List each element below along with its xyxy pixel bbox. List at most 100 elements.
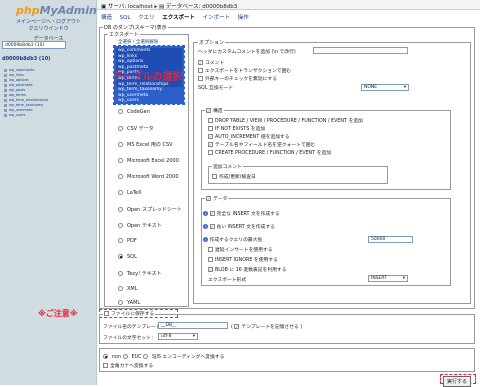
- format-texy[interactable]: Texy! テキスト: [118, 270, 162, 277]
- tab-export[interactable]: エクスポート: [160, 12, 197, 22]
- delayed-insert-option[interactable]: 遅延インサートを使用する: [208, 246, 273, 253]
- format-open-text[interactable]: Open テキスト: [118, 222, 162, 229]
- complete-insert-option[interactable]: i ✓ 完全な INSERT 文を作成する: [203, 210, 280, 217]
- radio-icon: [118, 207, 123, 212]
- format-yaml[interactable]: YAML: [118, 300, 140, 306]
- table-link[interactable]: wp_term_relationships: [4, 98, 48, 102]
- encoding-sjis[interactable]: SJIS: [142, 354, 161, 360]
- checkbox-checked-icon: ✓: [208, 142, 213, 147]
- radio-icon: [118, 223, 123, 228]
- table-icon: [4, 103, 7, 107]
- export-type-label: エクスポート形式: [208, 278, 247, 283]
- format-sql[interactable]: SQL: [118, 254, 137, 260]
- execute-button[interactable]: 実行する: [443, 376, 472, 387]
- breadcrumb-server[interactable]: サーバ: localhost: [108, 4, 153, 10]
- table-link[interactable]: wp_links: [4, 73, 24, 77]
- checkbox-icon: [198, 68, 203, 73]
- format-latex[interactable]: LaTeX: [118, 190, 142, 196]
- format-csv[interactable]: CSV データ: [118, 125, 154, 132]
- table-icon: [4, 73, 7, 77]
- table-icon: [4, 88, 7, 92]
- list-item[interactable]: wp_users: [116, 98, 182, 104]
- table-link[interactable]: wp_comments: [4, 68, 34, 72]
- checkbox-icon: [208, 257, 213, 262]
- table-link[interactable]: wp_postmeta: [4, 83, 32, 87]
- checkbox-icon: [212, 174, 217, 179]
- tab-import[interactable]: インポート: [201, 12, 233, 22]
- table-link[interactable]: wp_terms: [4, 93, 26, 97]
- dates-option[interactable]: 作成/更新/検査日: [212, 173, 256, 180]
- radio-icon: [118, 109, 123, 114]
- select-all-link[interactable]: 全選択 / 全選択解除: [118, 39, 158, 45]
- format-open-spreadsheet[interactable]: Open スプレッドシート: [118, 206, 182, 213]
- compat-select[interactable]: NONE: [361, 84, 409, 91]
- auto-increment-option[interactable]: ✓ AUTO_INCREMENT 値を追加する: [208, 133, 290, 140]
- format-word-2000[interactable]: Microsoft Word 2000: [118, 174, 179, 180]
- table-link[interactable]: wp_usermeta: [4, 108, 33, 112]
- data-legend[interactable]: ✓ データ: [205, 195, 229, 202]
- checkbox-icon: [103, 363, 108, 368]
- tab-bar: 構造 SQL クエリ エクスポート インポート 操作: [99, 12, 253, 21]
- table-icon: [4, 108, 7, 112]
- nav-link-query-window[interactable]: クエリウインドウ: [0, 25, 97, 32]
- transaction-option[interactable]: エクスポートをトランザクションで囲む: [198, 67, 291, 74]
- encoding-fieldset: [99, 348, 475, 372]
- table-select-annotation: テーブルの選択: [113, 72, 183, 83]
- template-input[interactable]: __DB__: [158, 322, 228, 329]
- db-select[interactable]: d0000b8db3 (10): [2, 41, 66, 49]
- radio-selected-icon: [103, 354, 108, 359]
- table-link[interactable]: wp_term_taxonomy: [4, 103, 43, 107]
- radio-icon: [118, 126, 123, 131]
- format-ms-excel-csv[interactable]: MS Excel 用の CSV: [118, 141, 173, 148]
- server-icon: ▣: [101, 4, 107, 10]
- format-excel-2000[interactable]: Microsoft Excel 2000: [118, 158, 179, 164]
- comment-option[interactable]: ✓ コメント: [198, 59, 224, 66]
- radio-icon: [118, 158, 123, 163]
- encoding-non[interactable]: non: [103, 354, 121, 360]
- format-xml[interactable]: XML: [118, 286, 138, 292]
- radio-icon: [122, 354, 128, 359]
- breadcrumb-db[interactable]: データベース: d0000b8db3: [166, 4, 237, 10]
- tab-sql[interactable]: SQL: [118, 14, 133, 22]
- maxlen-input[interactable]: 50000: [368, 236, 413, 243]
- nav-link-main[interactable]: メインページへ・ログアウト: [0, 18, 97, 25]
- checkbox-checked-icon: ✓: [209, 224, 215, 229]
- dump-legend: DB のダンプ(スキーマ)表示: [103, 24, 168, 31]
- fk-checks-option[interactable]: 外部キーのチェックを無効にする: [198, 75, 277, 82]
- table-icon: [4, 93, 7, 97]
- table-link[interactable]: wp_posts: [4, 88, 25, 92]
- charset-select[interactable]: utf-8: [158, 333, 198, 340]
- insert-ignore-option[interactable]: INSERT IGNORE を使用する: [208, 256, 278, 263]
- extended-insert-option[interactable]: i ✓ 長い INSERT 文を作成する: [203, 223, 275, 230]
- tab-structure[interactable]: 構造: [99, 12, 114, 22]
- remember-template-option[interactable]: ( ✓ テンプレートを記憶させる ): [231, 323, 302, 330]
- create-procedure-option[interactable]: CREATE PROCEDURE / FUNCTION / EVENT を追加: [208, 149, 331, 156]
- drop-table-option[interactable]: DROP TABLE / VIEW / PROCEDURE / FUNCTION…: [208, 117, 363, 124]
- backquote-option[interactable]: ✓ テーブル名やフィールド名を逆クォートで囲む: [208, 141, 315, 148]
- zenkaku-option[interactable]: 全角カナへ変換する: [103, 362, 153, 369]
- compat-label: SQL 互換モード: [198, 86, 234, 91]
- db-title[interactable]: d0000b8db3 (10): [2, 56, 50, 62]
- table-link[interactable]: wp_users: [4, 113, 25, 117]
- tab-operations[interactable]: 操作: [236, 12, 251, 22]
- radio-selected-icon: [118, 254, 123, 259]
- checkbox-icon: [208, 150, 213, 155]
- phpmyadmin-logo[interactable]: phpMyAdmin: [16, 4, 97, 17]
- encoding-euc[interactable]: EUC: [122, 354, 141, 360]
- save-as-file-option[interactable]: ファイルに保存する: [103, 310, 156, 317]
- hex-blob-option[interactable]: ✓ BLOB に 16 進数表記を利用する: [208, 266, 287, 273]
- format-codegen[interactable]: CodeGen: [118, 109, 150, 115]
- format-pdf[interactable]: PDF: [118, 238, 137, 244]
- checkbox-icon: [104, 311, 109, 316]
- structure-legend[interactable]: ✓ 構造: [205, 107, 224, 114]
- maxlen-label: i 作成するクエリの最大長: [203, 237, 263, 243]
- header-comment-input[interactable]: [313, 47, 408, 54]
- checkbox-icon: [208, 118, 213, 123]
- checkbox-icon: [198, 76, 203, 81]
- tab-query[interactable]: クエリ: [136, 12, 157, 22]
- checkbox-icon: [208, 247, 213, 252]
- breadcrumb: ▣ サーバ: localhost ▸ ▤ データベース: d0000b8db3: [97, 0, 480, 10]
- if-not-exists-option[interactable]: IF NOT EXISTS を追加: [208, 125, 265, 132]
- table-link[interactable]: wp_options: [4, 78, 29, 82]
- export-type-select[interactable]: INSERT: [368, 275, 408, 282]
